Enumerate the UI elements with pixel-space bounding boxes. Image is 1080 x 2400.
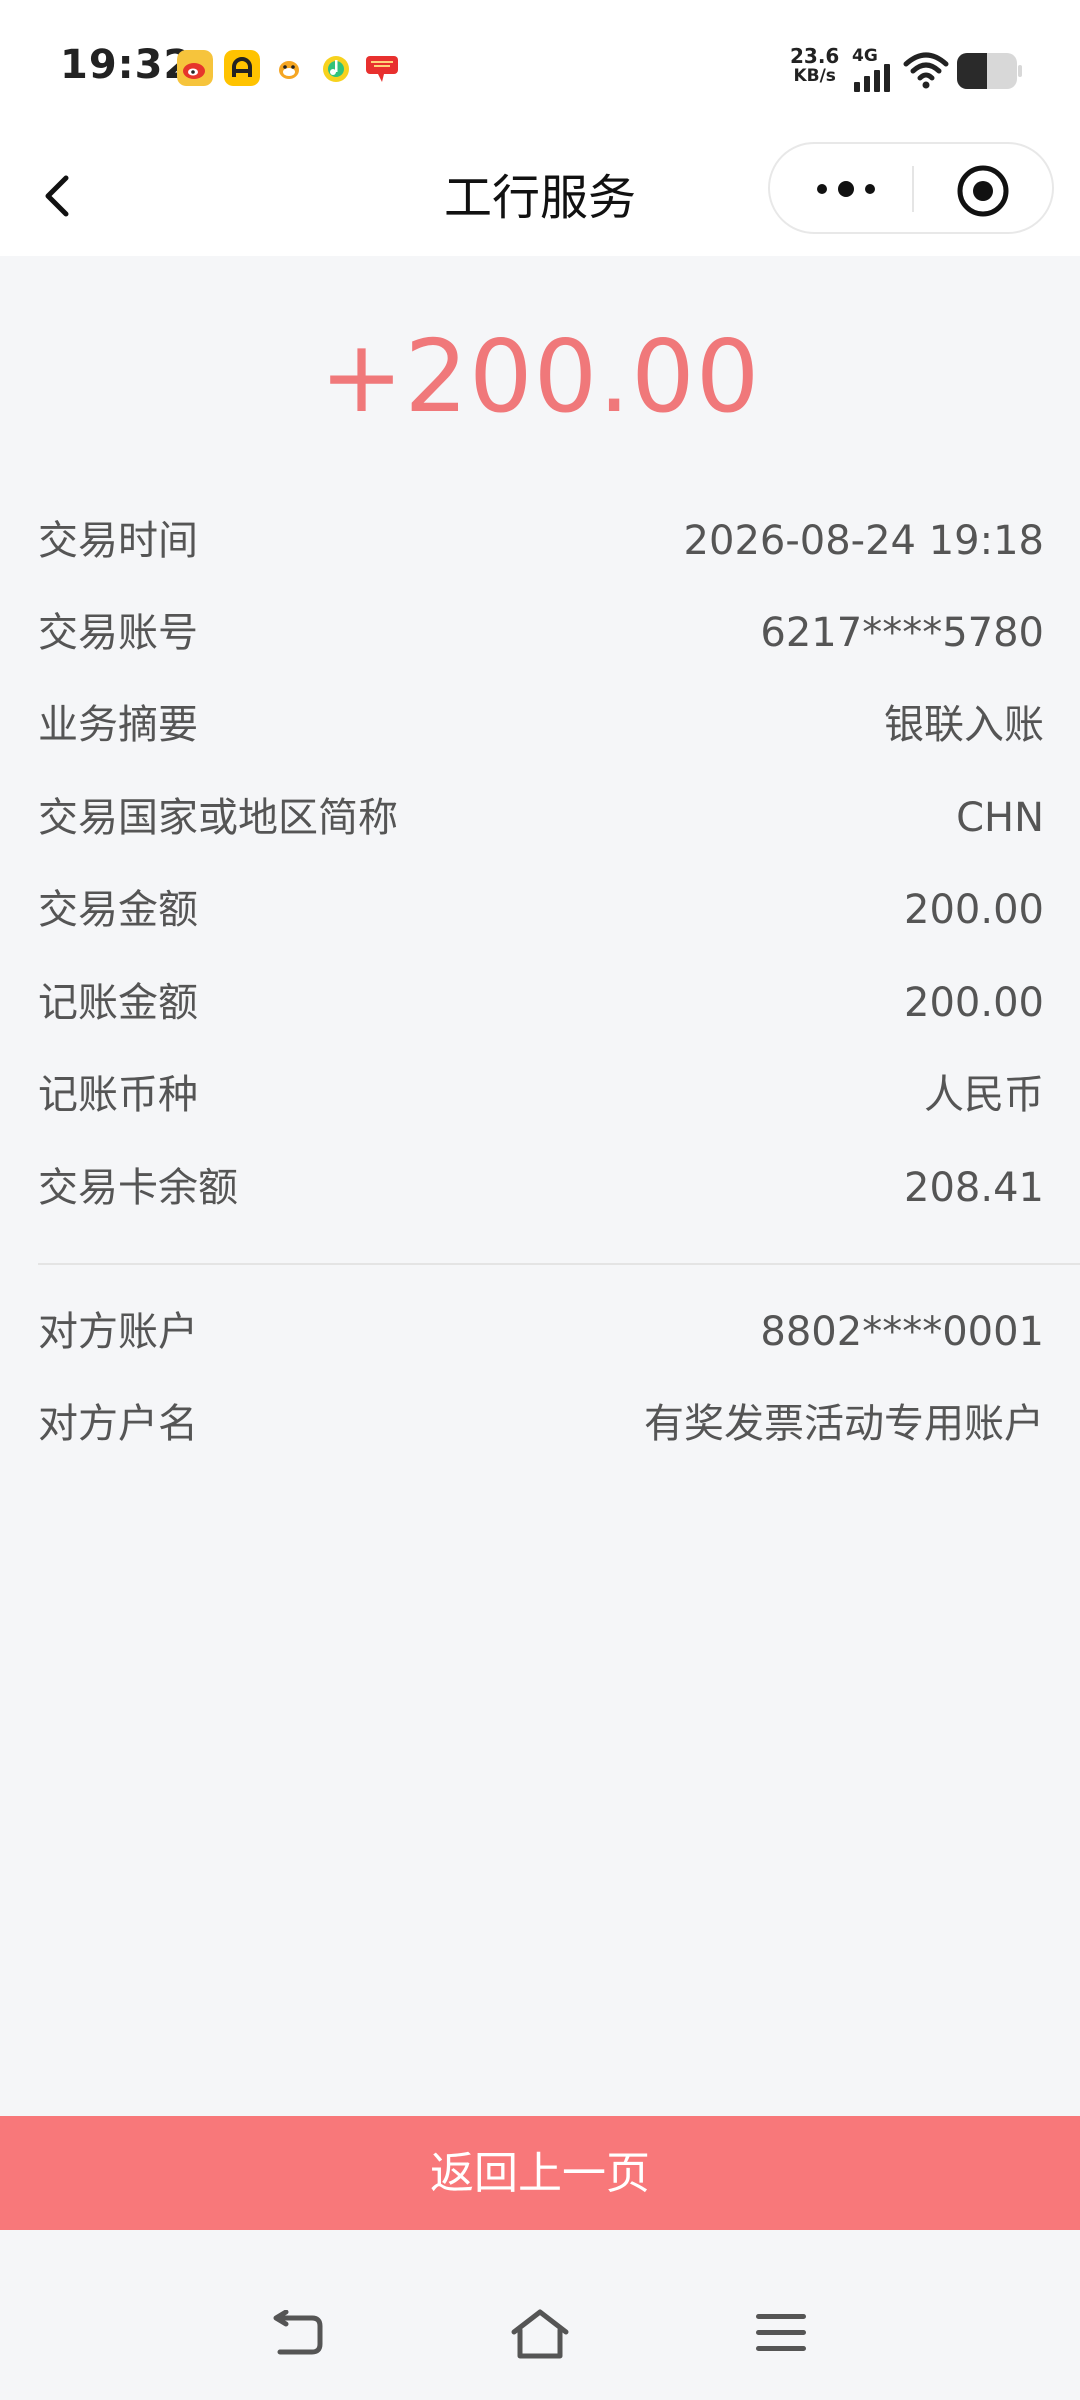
- nav-bar: 工行服务: [0, 140, 1080, 256]
- system-back-icon[interactable]: [268, 2310, 328, 2360]
- qq-music-icon: [323, 56, 349, 82]
- detail-row-posted-amount: 记账金额 200.00: [38, 971, 1044, 1035]
- battery-icon: [957, 53, 1022, 89]
- detail-value: 208.41: [904, 1165, 1044, 1211]
- back-to-previous-button[interactable]: 返回上一页: [0, 2116, 1080, 2230]
- detail-row-currency: 记账币种 人民币: [38, 1063, 1044, 1127]
- detail-label: 交易卡余额: [38, 1165, 238, 1211]
- screen: 19:32 23.6 KB/s 4G 工行服务 +200.00 交易时间 202…: [0, 0, 1080, 2400]
- system-home-icon[interactable]: [510, 2308, 570, 2360]
- back-chevron-icon[interactable]: [34, 160, 90, 232]
- detail-value: 有奖发票活动专用账户: [644, 1401, 1044, 1447]
- capsule-divider: [912, 166, 914, 212]
- system-menu-icon[interactable]: [754, 2310, 808, 2356]
- transaction-amount: +200.00: [319, 318, 761, 435]
- detail-label: 交易金额: [38, 887, 198, 933]
- detail-value: 银联入账: [884, 702, 1044, 748]
- signal-icon: [854, 64, 890, 92]
- network-type: 4G: [852, 46, 878, 66]
- detail-row-counterparty-account: 对方账户 8802****0001: [38, 1300, 1044, 1364]
- close-miniprogram-icon[interactable]: [956, 164, 1010, 218]
- detail-value: CHN: [956, 795, 1044, 841]
- detail-label: 记账币种: [38, 1072, 198, 1118]
- weibo-icon: [177, 50, 213, 86]
- detail-row-balance: 交易卡余额 208.41: [38, 1156, 1044, 1220]
- detail-row-counterparty-name: 对方户名 有奖发票活动专用账户: [38, 1392, 1044, 1456]
- detail-value: 8802****0001: [760, 1309, 1044, 1355]
- meituan-icon: [224, 50, 260, 86]
- miniprogram-capsule: [768, 142, 1054, 234]
- detail-label: 业务摘要: [38, 702, 198, 748]
- detail-label: 对方账户: [38, 1309, 198, 1355]
- detail-value: 200.00: [904, 980, 1044, 1026]
- detail-label: 记账金额: [38, 980, 198, 1026]
- detail-value: 6217****5780: [760, 610, 1044, 656]
- detail-row-trade-amount: 交易金额 200.00: [38, 878, 1044, 942]
- net-speed-unit: KB/s: [793, 66, 836, 86]
- detail-label: 交易账号: [38, 610, 198, 656]
- qq-icon: [279, 61, 299, 79]
- net-speed: 23.6 KB/s: [790, 46, 839, 86]
- section-divider: [38, 1263, 1080, 1265]
- more-icon[interactable]: [806, 166, 886, 212]
- red-envelope-icon: [366, 56, 398, 82]
- detail-value: 2026-08-24 19:18: [683, 518, 1044, 564]
- detail-row-country: 交易国家或地区简称 CHN: [38, 786, 1044, 850]
- status-bar: 19:32 23.6 KB/s 4G: [0, 0, 1080, 140]
- detail-row-account: 交易账号 6217****5780: [38, 601, 1044, 665]
- detail-value: 200.00: [904, 887, 1044, 933]
- wifi-icon: [903, 52, 949, 89]
- net-speed-value: 23.6: [790, 44, 840, 68]
- detail-value: 人民币: [924, 1072, 1044, 1118]
- system-nav-bar: [0, 2230, 1080, 2400]
- detail-label: 对方户名: [38, 1401, 198, 1447]
- status-time: 19:32: [60, 42, 193, 88]
- detail-label: 交易时间: [38, 518, 198, 564]
- detail-row-summary: 业务摘要 银联入账: [38, 693, 1044, 757]
- detail-row-time: 交易时间 2026-08-24 19:18: [38, 509, 1044, 573]
- detail-label: 交易国家或地区简称: [38, 795, 398, 841]
